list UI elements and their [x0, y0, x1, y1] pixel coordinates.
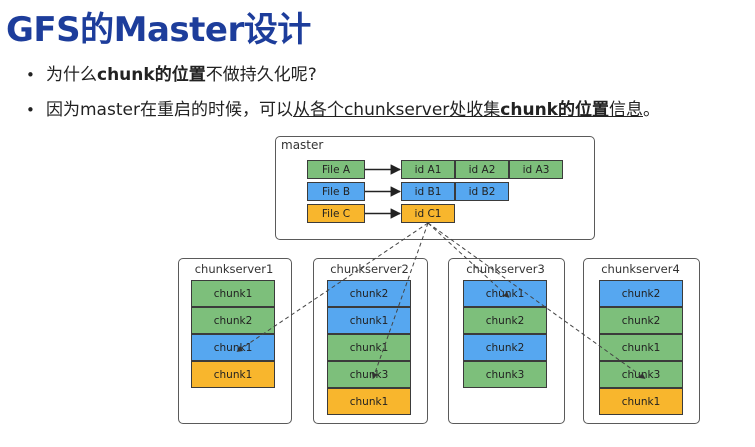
chunk-id-box: id A2 — [455, 160, 509, 179]
bullet-question: 为什么chunk的位置不做持久化呢? — [26, 64, 317, 86]
file-box: File C — [307, 204, 365, 223]
chunk-box: chunk2 — [191, 307, 275, 334]
bullet-text: 不做持久化呢? — [205, 65, 317, 85]
chunkserver-label: chunkserver2 — [330, 262, 409, 276]
chunkserver-label: chunkserver3 — [466, 262, 545, 276]
chunk-box: chunk1 — [327, 388, 411, 415]
chunk-box: chunk3 — [599, 361, 683, 388]
chunk-box: chunk1 — [599, 388, 683, 415]
chunk-box: chunk3 — [463, 361, 547, 388]
chunk-id-box: id B1 — [401, 182, 455, 201]
chunk-box: chunk3 — [327, 361, 411, 388]
bullet-underlined-text: 从各个chunkserver处收集 — [292, 100, 501, 120]
chunk-box: chunk2 — [463, 334, 547, 361]
chunk-box: chunk2 — [463, 307, 547, 334]
bullet-text: 因为master在重启的时候，可以 — [46, 100, 293, 120]
master-label: master — [281, 138, 324, 152]
chunk-box: chunk1 — [327, 334, 411, 361]
chunkserver-label: chunkserver4 — [601, 262, 680, 276]
chunk-box: chunk2 — [599, 280, 683, 307]
bullet-text: 为什么 — [46, 65, 97, 85]
chunk-id-box: id C1 — [401, 204, 455, 223]
page-title: GFS的Master设计 — [6, 10, 311, 50]
chunk-box: chunk2 — [327, 280, 411, 307]
bullet-text: 。 — [643, 100, 660, 120]
chunk-box: chunk1 — [191, 361, 275, 388]
file-box: File A — [307, 160, 365, 179]
chunk-id-box: id A3 — [509, 160, 563, 179]
file-box: File B — [307, 182, 365, 201]
chunk-box: chunk1 — [327, 307, 411, 334]
chunk-box: chunk1 — [599, 334, 683, 361]
bullet-bold-text: chunk的位置 — [500, 100, 609, 120]
bullet-bold-text: chunk的位置 — [97, 65, 206, 85]
chunkserver-label: chunkserver1 — [194, 262, 274, 276]
chunk-box: chunk1 — [191, 280, 275, 307]
bullet-underlined-text: 信息 — [609, 100, 643, 120]
chunk-box: chunk1 — [191, 334, 275, 361]
chunk-id-box: id B2 — [455, 182, 509, 201]
bullet-answer: 因为master在重启的时候，可以从各个chunkserver处收集chunk的… — [26, 99, 660, 121]
chunk-box: chunk2 — [599, 307, 683, 334]
chunk-box: chunk1 — [463, 280, 547, 307]
chunk-id-box: id A1 — [401, 160, 455, 179]
